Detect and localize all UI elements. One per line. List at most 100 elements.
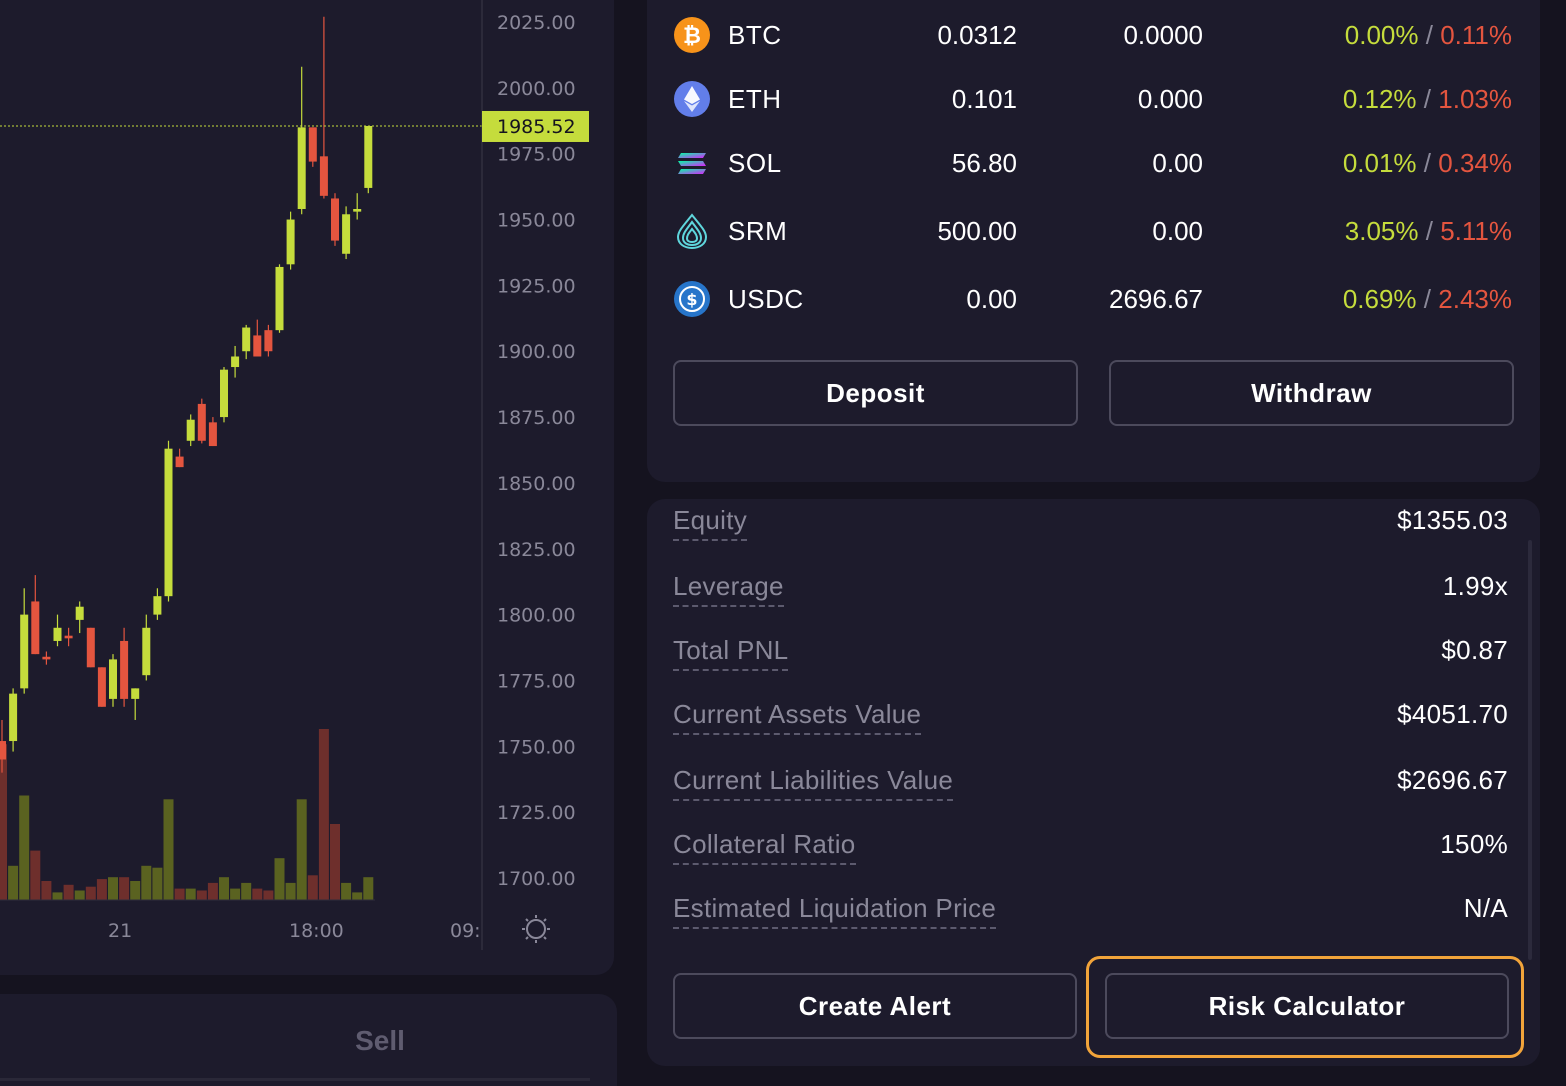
candle-body [42, 656, 51, 660]
volume-bar [74, 890, 85, 900]
candle-body [242, 327, 251, 352]
stat-label[interactable]: Leverage [673, 567, 784, 607]
coin-symbol: BTC [728, 20, 782, 50]
price-tick: 1700.00 [497, 868, 576, 890]
coin-borrowed: 0.000 [1137, 84, 1203, 114]
volume-bar [174, 888, 185, 900]
candle-body [0, 741, 6, 760]
stat-value: $2696.67 [1397, 765, 1508, 795]
price-tick: 2025.00 [497, 12, 576, 34]
svg-text:₿: ₿ [683, 24, 701, 49]
deposit-rate: 0.69% [1342, 284, 1417, 314]
coin-borrowed: 0.00 [1152, 148, 1203, 178]
stat-label[interactable]: Current Assets Value [673, 695, 922, 735]
volume-bar [41, 881, 52, 900]
coin-balance: 0.0312 [937, 20, 1017, 50]
stat-label[interactable]: Collateral Ratio [673, 825, 856, 865]
sun-gear-icon[interactable] [522, 915, 550, 943]
volume-bar [241, 882, 252, 900]
stat-current-assets-value: Current Assets Value $4051.70 [647, 695, 1540, 735]
coin-rates: 0.01% / 0.34% [1343, 141, 1512, 185]
candle-body [364, 125, 373, 188]
volume-bar [252, 888, 263, 900]
coin-symbol: ETH [728, 84, 782, 114]
candle-body [297, 127, 306, 210]
coin-borrowed: 0.0000 [1123, 20, 1203, 50]
app-root: 2025.00 2000.00 1975.00 1950.00 1925.00 1900.… [0, 0, 1566, 1086]
price-axis[interactable]: 2025.00 2000.00 1975.00 1950.00 1925.00 1900.… [497, 12, 576, 890]
candle-body [231, 356, 240, 368]
coin-rates: 0.69% / 2.43% [1343, 277, 1512, 321]
price-tick: 1900.00 [497, 341, 576, 363]
coin-borrowed: 0.00 [1152, 216, 1203, 246]
btc-icon: ₿ [674, 17, 710, 53]
stat-label[interactable]: Equity [673, 501, 748, 541]
price-chart-panel[interactable]: 2025.00 2000.00 1975.00 1950.00 1925.00 1900.… [0, 0, 614, 975]
candle-body [120, 640, 129, 699]
candle-body [31, 601, 40, 655]
tab-underline [0, 1078, 590, 1081]
candle-body [220, 369, 228, 418]
volume-bar [330, 824, 340, 900]
balance-row-sol: SOL 56.80 0.00 0.01% / 0.34% [647, 141, 1540, 185]
borrow-rate: 0.34% [1438, 148, 1512, 178]
volume-bar [141, 865, 152, 900]
candlestick-chart[interactable]: 2025.00 2000.00 1975.00 1950.00 1925.00 1900.… [0, 0, 614, 975]
candle-body [197, 403, 206, 441]
deposit-button[interactable]: Deposit [673, 360, 1078, 426]
candle-body [319, 156, 328, 196]
candle-body [275, 266, 284, 331]
stat-equity: Equity $1355.03 [647, 501, 1540, 541]
price-tick: 1775.00 [497, 670, 576, 692]
stat-estimated-liquidation-price: Estimated Liquidation Price N/A [647, 889, 1540, 929]
candle-body [86, 627, 95, 668]
stat-current-liabilities-value: Current Liabilities Value $2696.67 [647, 761, 1540, 801]
deposit-rate: 3.05% [1344, 216, 1419, 246]
coin-balance: 0.101 [951, 84, 1017, 114]
candle-body [53, 627, 62, 641]
volume-bar [341, 882, 352, 900]
withdraw-button[interactable]: Withdraw [1109, 360, 1514, 426]
volume-bar [363, 877, 374, 900]
volume-bar [219, 877, 229, 900]
time-tick: 21 [108, 920, 132, 942]
stat-value: $0.87 [1441, 635, 1508, 665]
volume-bar [307, 875, 318, 900]
volume-bar [8, 865, 19, 900]
stat-label[interactable]: Current Liabilities Value [673, 761, 954, 801]
account-panel-scrollbar[interactable] [1528, 540, 1532, 960]
volume-bar [318, 729, 329, 900]
rate-separator: / [1423, 284, 1432, 314]
coin-balance: 500.00 [937, 216, 1017, 246]
coin-balance: 0.00 [966, 284, 1017, 314]
stat-leverage: Leverage 1.99x [647, 567, 1540, 607]
volume-bar [230, 888, 241, 900]
order-form-panel: Sell [0, 994, 617, 1086]
coin-balance: 56.80 [951, 148, 1017, 178]
volume-bar [130, 881, 141, 900]
candle-body [208, 422, 217, 447]
candle-body [175, 456, 184, 468]
stat-label[interactable]: Estimated Liquidation Price [673, 889, 997, 929]
borrow-rate: 0.11% [1440, 20, 1512, 50]
candle-body [20, 614, 29, 689]
candle-body [64, 635, 73, 639]
volume-bar [119, 877, 130, 900]
create-alert-button[interactable]: Create Alert [673, 973, 1077, 1039]
candles [0, 16, 373, 773]
current-price-label: 1985.52 [482, 110, 589, 142]
rate-separator: / [1425, 216, 1433, 246]
stat-label[interactable]: Total PNL [673, 631, 789, 671]
tab-sell[interactable]: Sell [140, 1018, 620, 1064]
volume-bar [85, 886, 96, 900]
balance-row-usdc: $ USDC 0.00 2696.67 0.69% / 2.43% [647, 277, 1540, 321]
price-tick: 2000.00 [497, 78, 576, 100]
price-tick: 1750.00 [497, 736, 576, 758]
candle-body [264, 330, 273, 352]
stat-value: N/A [1463, 893, 1508, 923]
candle-body [164, 448, 173, 597]
coin-rates: 0.12% / 1.03% [1343, 77, 1512, 121]
usdc-icon: $ [674, 281, 710, 317]
volume-bar [274, 858, 285, 900]
time-axis[interactable]: 21 18:00 09: [108, 920, 481, 942]
